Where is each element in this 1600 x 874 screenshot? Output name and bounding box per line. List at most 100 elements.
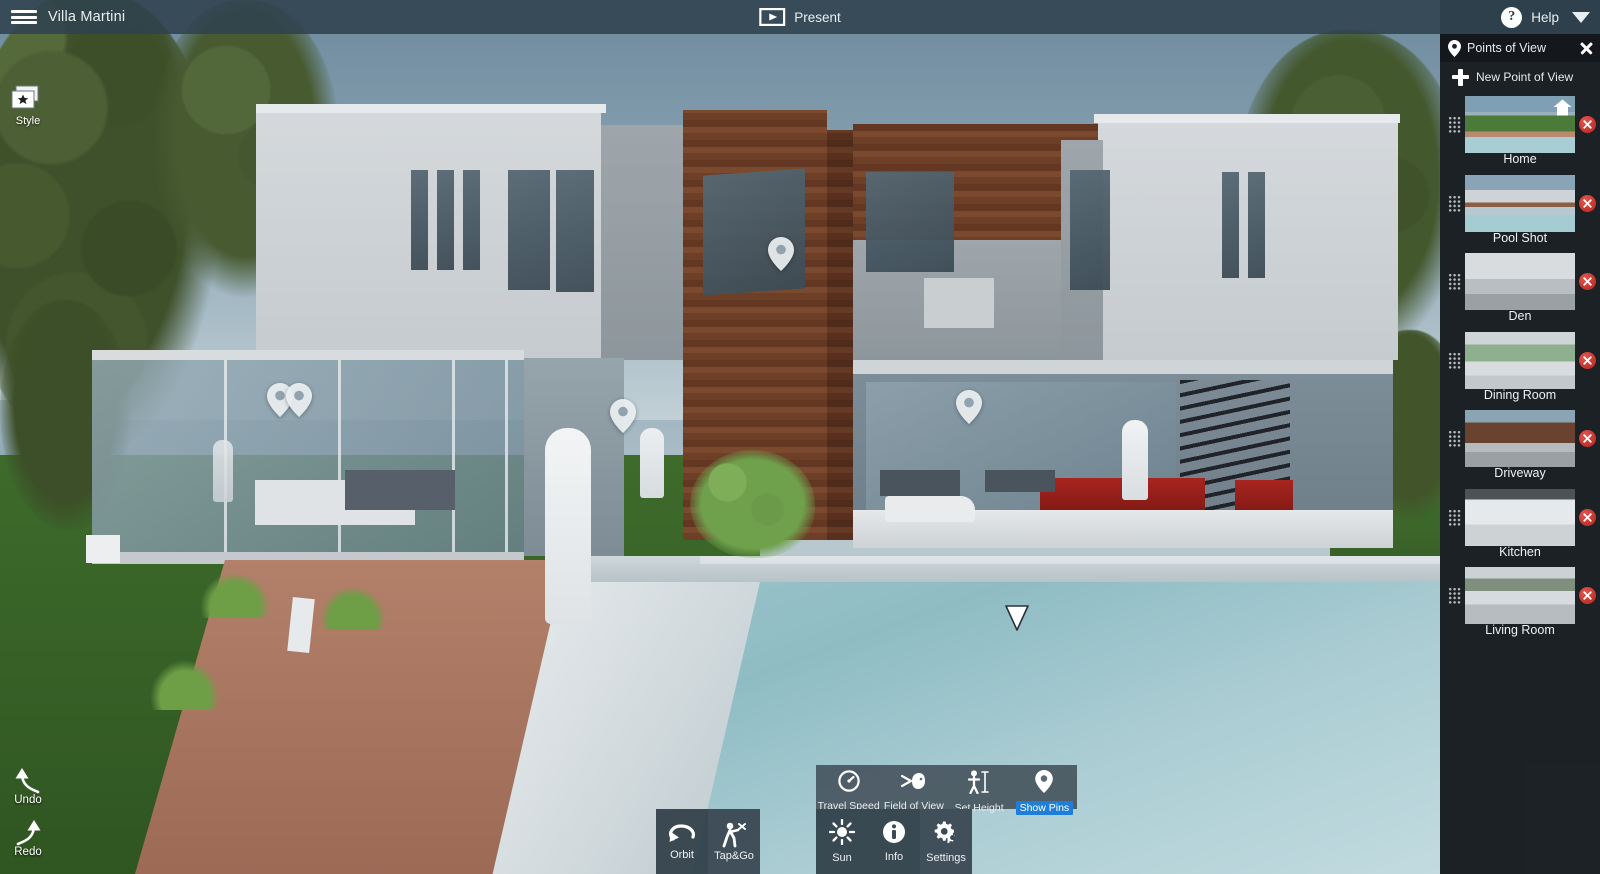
- status-button-info[interactable]: Info: [868, 809, 920, 874]
- mullion-3: [452, 360, 455, 560]
- delete-point-of-view-button[interactable]: [1579, 116, 1596, 133]
- delete-point-of-view-button[interactable]: [1579, 273, 1596, 290]
- delete-point-of-view-button[interactable]: [1579, 351, 1596, 369]
- camera-button-show-pins[interactable]: Show Pins: [1012, 765, 1077, 815]
- help-button[interactable]: ? Help: [1501, 6, 1590, 28]
- hamburger-icon[interactable]: [0, 0, 48, 34]
- close-icon: [1583, 355, 1592, 365]
- point-of-view-thumbnail[interactable]: [1465, 410, 1575, 467]
- status-button-sun[interactable]: Sun: [816, 809, 868, 874]
- 3d-viewport[interactable]: [0, 0, 1440, 874]
- drag-handle-icon[interactable]: [1448, 116, 1461, 134]
- redo-icon: [16, 820, 41, 846]
- drag-handle-icon[interactable]: [1448, 430, 1461, 448]
- window-slot-2: [437, 170, 454, 270]
- camera-button-travel-speed[interactable]: Travel Speed: [816, 765, 881, 812]
- close-icon[interactable]: [1578, 40, 1594, 56]
- point-of-view-thumbnail[interactable]: [1465, 331, 1575, 389]
- point-of-view-item[interactable]: Kitchen: [1440, 485, 1600, 564]
- delete-point-of-view-button[interactable]: [1579, 587, 1596, 604]
- undo-button[interactable]: Undo: [8, 764, 48, 806]
- point-of-view-item[interactable]: Den: [1440, 249, 1600, 328]
- app-title: Villa Martini: [48, 9, 126, 25]
- window-slot-1: [411, 170, 428, 270]
- points-of-view-list: Home Pool Shot Den Dining Room Driveway Kitch…: [1440, 92, 1600, 642]
- drag-handle-icon[interactable]: [1448, 508, 1461, 527]
- thumbnail-image: [1465, 253, 1575, 310]
- new-point-of-view-label: New Point of View: [1476, 70, 1574, 84]
- window-slot-3: [463, 170, 480, 270]
- point-of-view-label: Home: [1503, 152, 1537, 166]
- thumbnail-image: [1465, 410, 1575, 467]
- point-of-view-item[interactable]: Dining Room: [1440, 328, 1600, 407]
- point-of-view-item[interactable]: Driveway: [1440, 406, 1600, 485]
- point-of-view-item[interactable]: Home: [1440, 92, 1600, 171]
- pool-highlight: [700, 556, 1440, 564]
- building-left-return: [601, 125, 687, 360]
- style-label: Style: [15, 115, 41, 127]
- delete-point-of-view-button[interactable]: [1579, 508, 1596, 526]
- pin-patio[interactable]: [956, 390, 982, 424]
- drag-handle-icon[interactable]: [1448, 587, 1461, 605]
- person-foreground: [545, 428, 591, 624]
- sun-lounger: [885, 496, 975, 522]
- nav-button-label: Tap&Go: [714, 849, 754, 862]
- window-slot-4: [1222, 172, 1239, 278]
- status-button-label: Sun: [832, 852, 852, 864]
- camera-button-field-of-view[interactable]: Field of View: [881, 765, 946, 812]
- wood-tower-side: [827, 130, 853, 540]
- camera-button-label: Show Pins: [1015, 801, 1074, 815]
- navigation-toolbar: Orbit Tap&Go: [656, 809, 760, 874]
- thumbnail-image: [1465, 174, 1575, 232]
- pin-icon: [1448, 39, 1461, 57]
- chevron-down-icon[interactable]: [1572, 11, 1590, 23]
- building-upper-right-parapet: [1094, 114, 1400, 123]
- window-slot-5: [1248, 172, 1265, 278]
- redo-button[interactable]: Redo: [8, 816, 48, 858]
- point-of-view-thumbnail[interactable]: [1465, 174, 1575, 232]
- drag-handle-icon[interactable]: [1448, 194, 1461, 213]
- pavilion-roof: [92, 350, 524, 360]
- camera-button-set-height[interactable]: Set Height: [947, 765, 1012, 814]
- point-of-view-thumbnail[interactable]: [1465, 567, 1575, 624]
- point-of-view-thumbnail[interactable]: [1465, 253, 1575, 310]
- person-walkway: [640, 428, 664, 498]
- point-of-view-thumbnail[interactable]: [1465, 488, 1575, 546]
- thumbnail-image: [1465, 567, 1575, 624]
- style-button[interactable]: Style: [10, 84, 46, 127]
- top-bar: Villa Martini Present ? Help: [0, 0, 1600, 34]
- drag-handle-icon[interactable]: [1448, 273, 1461, 291]
- point-of-view-label: Den: [1508, 309, 1532, 323]
- nav-button-label: Orbit: [670, 848, 694, 861]
- camera-toolbar: Travel Speed Field of View Set Height Show …: [816, 765, 1077, 815]
- delete-point-of-view-button[interactable]: [1579, 430, 1596, 447]
- pin-tower[interactable]: [768, 237, 794, 271]
- window-right-corner: [1070, 170, 1110, 290]
- plant-3: [320, 586, 386, 630]
- new-point-of-view-button[interactable]: New Point of View: [1440, 62, 1600, 92]
- orbit-icon: [667, 823, 697, 847]
- present-button[interactable]: Present: [759, 8, 841, 26]
- person-patio: [1122, 420, 1148, 500]
- drag-handle-icon[interactable]: [1448, 351, 1461, 370]
- point-of-view-label: Living Room: [1485, 623, 1555, 637]
- pin-upper-left-b[interactable]: [286, 383, 312, 417]
- nav-button-orbit[interactable]: Orbit: [656, 809, 708, 874]
- status-button-settings[interactable]: Settings: [920, 809, 972, 874]
- window-large-upper-left: [508, 170, 550, 290]
- point-of-view-thumbnail[interactable]: [1465, 96, 1575, 153]
- point-of-view-label: Dining Room: [1483, 387, 1557, 402]
- pin-walkway[interactable]: [610, 399, 636, 433]
- plant-1: [150, 660, 220, 710]
- patio-soffit: [853, 360, 1393, 374]
- app-window: Villa Martini Present ? Help Style Undo …: [0, 0, 1600, 874]
- point-of-view-item[interactable]: Pool Shot: [1440, 171, 1600, 250]
- delete-point-of-view-button[interactable]: [1579, 194, 1596, 212]
- home-icon: [1553, 99, 1572, 116]
- building-upper-left-parapet: [256, 104, 606, 113]
- undo-label: Undo: [14, 794, 42, 806]
- point-of-view-item[interactable]: Living Room: [1440, 563, 1600, 642]
- point-of-view-label: Kitchen: [1499, 544, 1541, 559]
- interior-panel-right: [924, 278, 994, 328]
- nav-button-tap-go[interactable]: Tap&Go: [708, 809, 760, 874]
